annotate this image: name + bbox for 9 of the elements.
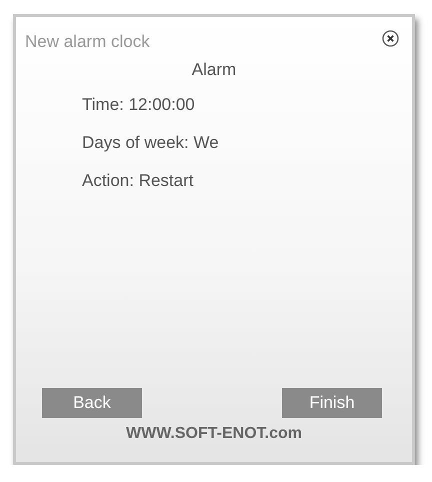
close-icon[interactable] xyxy=(382,30,399,47)
detail-text: Action: Restart xyxy=(82,170,194,191)
detail-text: Days of week: We xyxy=(82,132,220,153)
detail-text: Time: 12:00:00 xyxy=(82,94,196,115)
website-label[interactable]: WWW.SOFT-ENOT.com xyxy=(16,425,412,443)
finish-button[interactable]: Finish xyxy=(282,388,382,418)
window-title: New alarm clock xyxy=(25,32,150,52)
back-button[interactable]: Back xyxy=(42,388,142,418)
section-heading: Alarm xyxy=(190,60,238,80)
